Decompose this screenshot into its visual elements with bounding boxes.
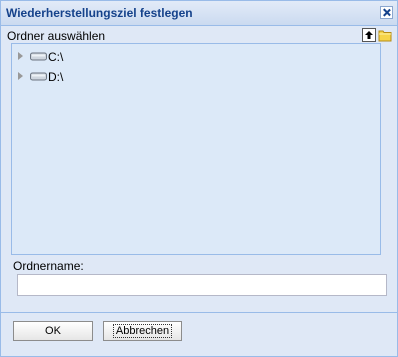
footer-divider [1,312,397,313]
tree-node-label: C:\ [48,50,64,64]
ok-button[interactable]: OK [13,321,93,341]
dialog-title: Wiederherstellungsziel festlegen [6,6,193,20]
new-folder-icon[interactable] [378,28,392,42]
folder-tree[interactable]: C:\ D:\ [11,43,381,255]
select-folder-label: Ordner auswählen [7,29,106,43]
expand-arrow-icon[interactable] [18,72,23,80]
close-icon[interactable] [380,6,393,19]
folder-name-input[interactable] [17,274,387,296]
restore-target-dialog: Wiederherstellungsziel festlegen Ordner … [0,0,398,357]
cancel-button[interactable]: Abbrechen [103,321,182,341]
folder-name-label: Ordnername: [13,259,84,273]
up-folder-icon[interactable] [362,28,376,42]
hard-drive-icon [30,52,47,61]
title-bar[interactable]: Wiederherstellungsziel festlegen [1,1,397,26]
cancel-button-label: Abbrechen [112,324,173,338]
expand-arrow-icon[interactable] [18,52,23,60]
hard-drive-icon [30,72,47,81]
tree-node-label: D:\ [48,70,64,84]
